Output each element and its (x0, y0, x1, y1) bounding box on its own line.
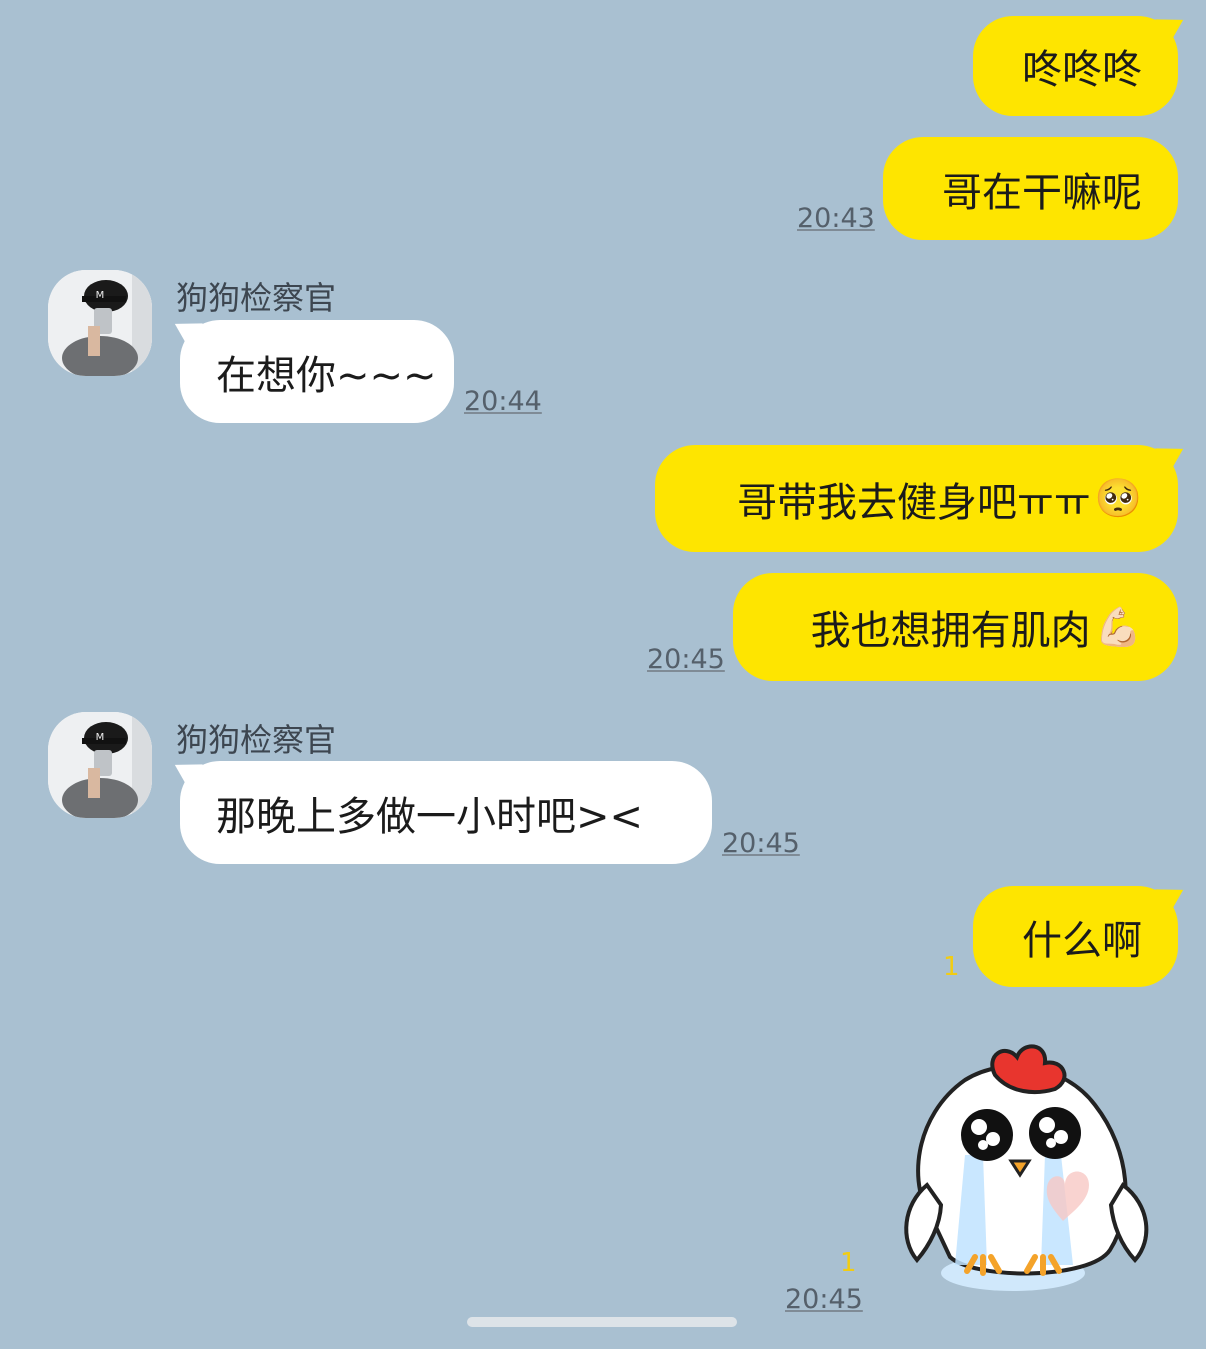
outgoing-message[interactable]: 哥带我去健身吧ㅠㅠ 🥺 (655, 439, 1191, 552)
contact-avatar[interactable]: M (48, 270, 152, 376)
sender-name: 狗狗检察官 (176, 279, 337, 317)
avatar-photo-icon: M (48, 270, 152, 376)
message-text: 哥在干嘛呢 (942, 169, 1142, 216)
message-timestamp: 20:45 (647, 644, 725, 675)
flexed-biceps-icon: 💪🏻 (1094, 604, 1142, 649)
incoming-message[interactable]: 那晚上多做一小时吧>< (167, 755, 712, 864)
bubble-tail (1155, 439, 1191, 479)
message-text: 咚咚咚 (1022, 47, 1142, 93)
sender-name: 狗狗检察官 (176, 721, 337, 759)
avatar-photo-icon: M (48, 712, 152, 818)
bubble-tail (1155, 10, 1191, 50)
outgoing-message[interactable]: 咚咚咚 (973, 10, 1191, 116)
contact-avatar[interactable]: M (48, 712, 152, 818)
incoming-message[interactable]: 在想你~~~ (167, 314, 454, 423)
message-text: 哥带我去健身吧ㅠㅠ (737, 479, 1091, 526)
unread-count: 1 (840, 1248, 857, 1278)
outgoing-message[interactable]: 什么啊 (973, 880, 1191, 987)
outgoing-message[interactable]: 我也想拥有肌肉 💪🏻 (733, 573, 1178, 681)
message-text: 在想你~~~ (216, 352, 437, 399)
outgoing-message[interactable]: 哥在干嘛呢 (883, 137, 1178, 240)
message-text: 那晚上多做一小时吧>< (216, 793, 644, 840)
message-timestamp: 20:43 (797, 203, 875, 234)
home-indicator[interactable] (467, 1317, 737, 1327)
svg-text:M: M (96, 732, 105, 743)
bubble-tail (167, 755, 203, 795)
crying-chicken-sticker (904, 1044, 1149, 1291)
message-text: 我也想拥有肌肉 (810, 608, 1091, 654)
unread-count: 1 (943, 952, 960, 982)
message-timestamp: 20:44 (464, 386, 542, 417)
message-timestamp: 20:45 (785, 1284, 863, 1315)
bubble-tail (167, 314, 203, 354)
pleading-face-icon: 🥺 (1094, 476, 1142, 520)
sticker-message[interactable] (895, 1035, 1155, 1295)
svg-text:M: M (96, 290, 105, 301)
message-timestamp: 20:45 (722, 828, 800, 859)
bubble-tail (1155, 880, 1191, 920)
message-text: 什么啊 (1022, 917, 1142, 964)
